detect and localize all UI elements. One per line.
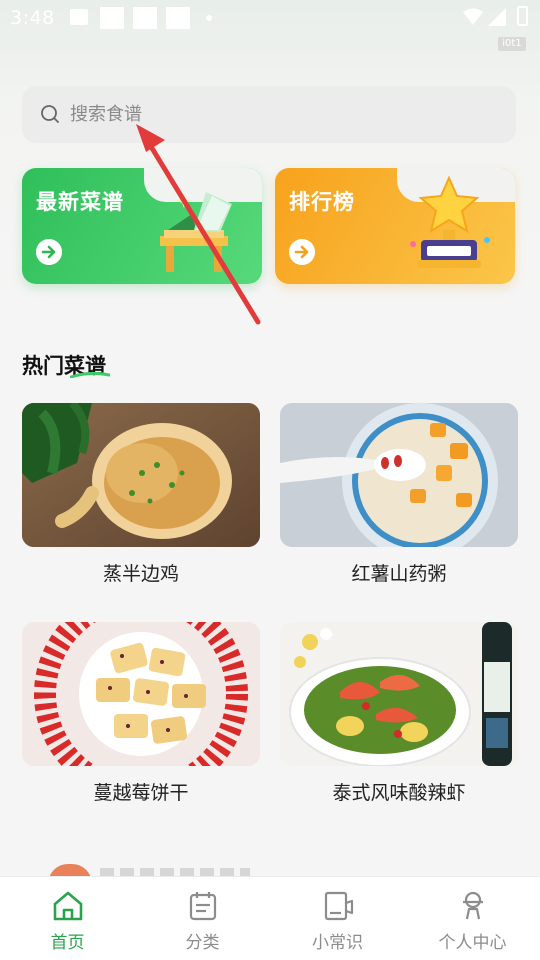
battery-icon xyxy=(517,6,528,26)
arrow-right-icon xyxy=(289,239,315,265)
arrow-right-icon xyxy=(36,239,62,265)
recipe-card[interactable]: 泰式风味酸辣虾 xyxy=(280,622,518,805)
tips-icon xyxy=(324,891,353,921)
latest-recipes-label: 最新菜谱 xyxy=(36,190,124,214)
nav-category-label: 分类 xyxy=(185,933,220,953)
nav-home-label: 首页 xyxy=(50,933,85,953)
more-notifications-dot xyxy=(206,15,212,21)
recipe-image[interactable] xyxy=(22,403,260,547)
ranking-card[interactable]: 排行榜 xyxy=(275,168,515,284)
search-icon xyxy=(41,105,59,123)
profile-icon xyxy=(462,891,483,920)
signal-icon xyxy=(488,8,506,26)
nav-tips[interactable]: 小常识 xyxy=(270,877,405,960)
wifi-icon xyxy=(463,8,483,25)
latest-recipes-card[interactable]: 最新菜谱 xyxy=(22,168,262,284)
recipe-image[interactable] xyxy=(280,622,518,766)
nav-category[interactable]: 分类 xyxy=(135,877,270,960)
image-notification-icon xyxy=(70,9,88,25)
status-bar: 3:48 xyxy=(0,0,540,36)
ranking-label: 排行榜 xyxy=(289,190,355,214)
recipe-card[interactable]: 蒸半边鸡 xyxy=(22,403,260,586)
recipe-name: 泰式风味酸辣虾 xyxy=(332,782,466,804)
carrier-tag: i0t1 xyxy=(498,37,526,51)
search-input[interactable] xyxy=(68,86,498,143)
nav-profile[interactable]: 个人中心 xyxy=(405,877,540,960)
notification-icon xyxy=(100,7,124,29)
recipe-name: 蔓越莓饼干 xyxy=(93,782,189,804)
bottom-nav: 首页 分类 小常识 个人中心 xyxy=(0,876,540,960)
notification-icon xyxy=(166,7,190,29)
recipe-name: 红薯山药粥 xyxy=(351,563,447,585)
trophy-icon xyxy=(410,175,490,268)
recipe-image[interactable] xyxy=(280,403,518,547)
nav-profile-label: 个人中心 xyxy=(438,933,507,953)
title-underline-decoration xyxy=(70,372,110,378)
search-bar[interactable] xyxy=(22,86,516,143)
status-time: 3:48 xyxy=(10,7,55,29)
nav-home[interactable]: 首页 xyxy=(0,877,135,960)
recipe-image[interactable] xyxy=(22,622,260,766)
nav-tips-label: 小常识 xyxy=(312,933,363,953)
home-icon xyxy=(53,891,82,921)
book-icon xyxy=(160,192,232,272)
recipe-name: 蒸半边鸡 xyxy=(102,563,179,585)
category-icon xyxy=(189,892,216,921)
notification-icon xyxy=(133,7,157,29)
recipe-card[interactable]: 蔓越莓饼干 xyxy=(22,622,260,805)
recipe-card[interactable]: 红薯山药粥 xyxy=(280,403,518,586)
